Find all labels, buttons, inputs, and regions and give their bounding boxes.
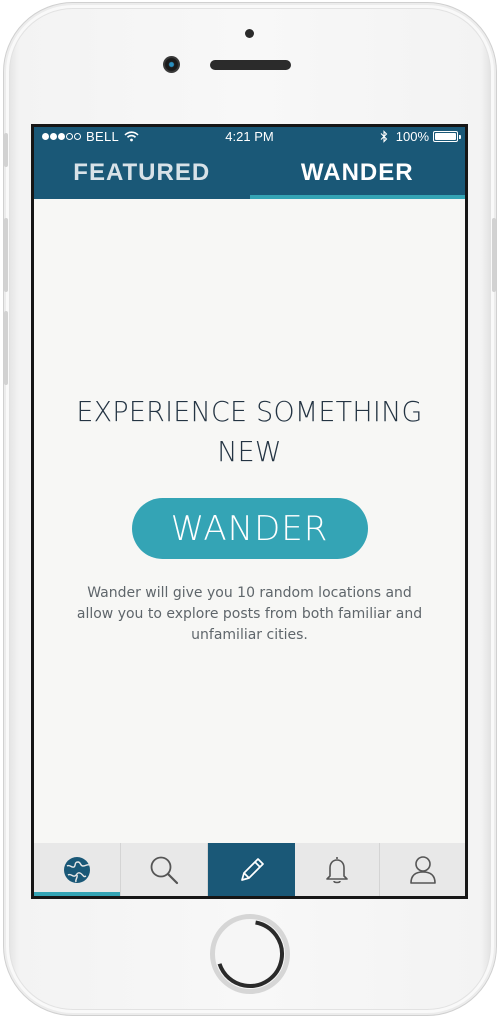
headline-line-2: NEW bbox=[217, 435, 282, 468]
bottom-nav bbox=[34, 843, 465, 896]
status-bar: BELL 4:21 PM 100% bbox=[34, 127, 465, 147]
volume-down-button bbox=[4, 311, 8, 385]
wander-description: Wander will give you 10 random locations… bbox=[76, 585, 423, 643]
search-icon bbox=[150, 856, 179, 884]
app-screen: BELL 4:21 PM 100% FEATURED WANDER EXPERI… bbox=[34, 127, 465, 896]
nav-globe[interactable] bbox=[34, 843, 121, 896]
bell-icon bbox=[326, 856, 348, 883]
front-sensor bbox=[245, 29, 254, 38]
status-right: 100% bbox=[380, 129, 461, 144]
battery-percent: 100% bbox=[395, 129, 429, 144]
nav-profile[interactable] bbox=[380, 843, 465, 896]
home-button[interactable] bbox=[210, 914, 290, 994]
page-headline: EXPERIENCE SOMETHING NEW bbox=[43, 392, 457, 472]
front-camera bbox=[163, 56, 180, 73]
mute-switch bbox=[4, 133, 8, 167]
power-button bbox=[492, 218, 496, 292]
nav-notifications[interactable] bbox=[295, 843, 380, 896]
headline-line-1: EXPERIENCE SOMETHING bbox=[76, 395, 423, 428]
tab-wander[interactable]: WANDER bbox=[249, 147, 466, 199]
top-tab-bar: FEATURED WANDER bbox=[34, 147, 465, 199]
globe-icon bbox=[64, 856, 90, 883]
tab-featured[interactable]: FEATURED bbox=[34, 147, 250, 199]
volume-up-button bbox=[4, 218, 8, 292]
wander-hero: EXPERIENCE SOMETHING NEW WANDER Wander w… bbox=[34, 392, 465, 646]
user-icon bbox=[409, 855, 436, 884]
battery-icon bbox=[433, 131, 461, 142]
wander-button[interactable]: WANDER bbox=[131, 498, 368, 559]
nav-compose[interactable] bbox=[208, 843, 295, 896]
earpiece-speaker bbox=[210, 60, 291, 70]
pencil-icon bbox=[240, 857, 264, 881]
bluetooth-icon bbox=[380, 130, 388, 143]
loading-ring bbox=[216, 920, 284, 988]
phone-screen: BELL 4:21 PM 100% FEATURED WANDER EXPERI… bbox=[31, 124, 468, 899]
nav-search[interactable] bbox=[121, 843, 208, 896]
